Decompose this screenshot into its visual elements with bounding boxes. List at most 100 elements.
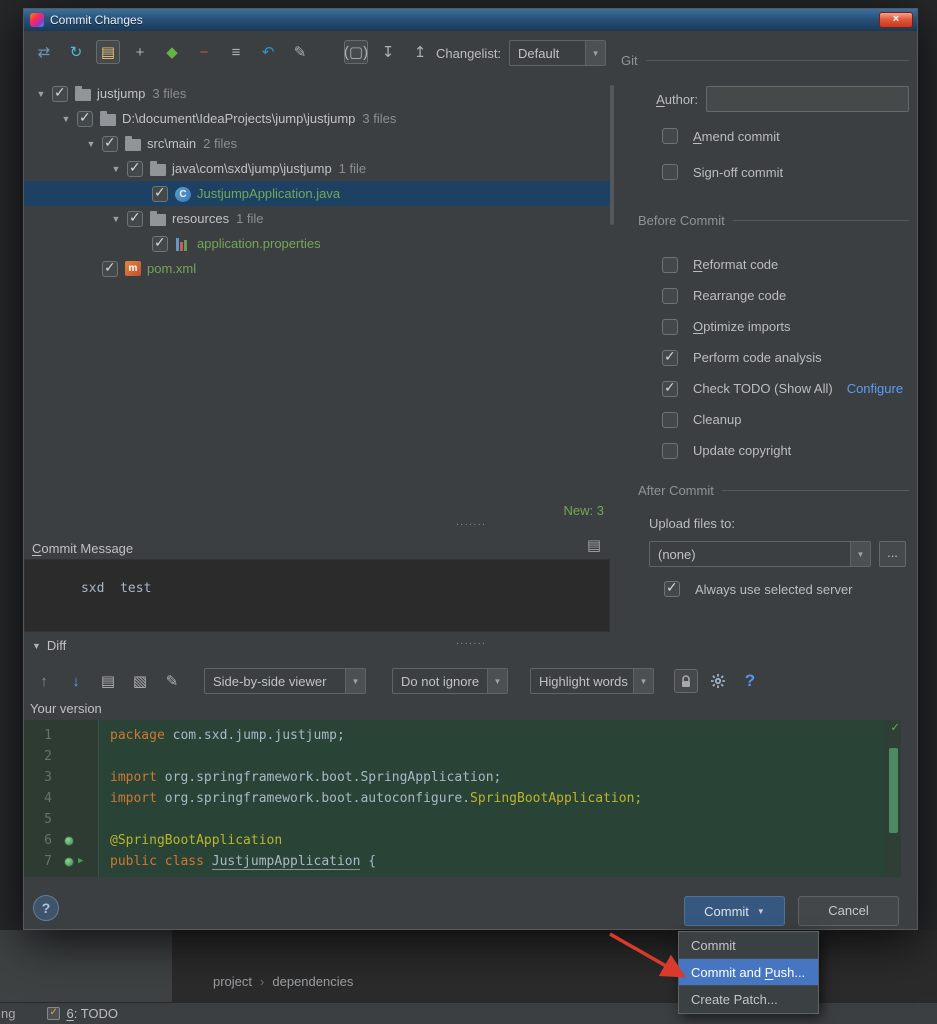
before-commit-checkbox[interactable]: Update copyright <box>662 435 903 466</box>
chevron-down-icon[interactable] <box>850 542 870 566</box>
disable-editing-lock-icon[interactable] <box>674 669 698 693</box>
tree-row[interactable]: justjump 3 files <box>24 81 610 106</box>
expander-icon[interactable] <box>30 89 52 99</box>
diff-section-header[interactable]: Diff <box>32 638 66 653</box>
commit-message-text: sxd test <box>80 581 152 596</box>
commit-message-input[interactable]: sxd test <box>24 559 610 632</box>
show-diff-icon[interactable]: ⇄ <box>32 40 56 64</box>
menu-item[interactable]: Commit <box>679 932 818 959</box>
commit-button[interactable]: Commit <box>684 896 785 926</box>
menu-item[interactable]: Create Patch... <box>679 986 818 1013</box>
whitespace-ignore-select[interactable]: Do not ignore <box>392 668 508 694</box>
chevron-down-icon[interactable] <box>487 669 507 693</box>
signoff-commit-checkbox[interactable]: Sign-off commit <box>662 164 783 180</box>
help-button[interactable]: ? <box>33 895 59 921</box>
cancel-button[interactable]: Cancel <box>798 896 899 926</box>
checkbox[interactable] <box>127 159 143 177</box>
tree-row[interactable]: D:\document\IdeaProjects\jump\justjump 3 … <box>24 106 610 131</box>
diff-toolbar: ↑↓▤▧✎ Side-by-side viewer Do not ignore … <box>32 663 762 699</box>
breadcrumb-item[interactable]: dependencies <box>272 974 353 989</box>
remove-icon[interactable]: − <box>192 40 216 64</box>
amend-commit-checkbox[interactable]: Amend commit <box>662 128 780 144</box>
tree-row[interactable]: application.properties <box>24 231 610 256</box>
menu-item[interactable]: Commit and Push... <box>679 959 818 986</box>
tree-row[interactable]: C JustjumpApplication.java <box>24 181 610 206</box>
before-commit-checkbox[interactable]: Optimize imports <box>662 311 903 342</box>
expand-all-icon[interactable]: ↧ <box>376 40 400 64</box>
diff-editor[interactable]: 1 package com.sxd.jump.justjump; 2 3 import … <box>24 720 901 877</box>
tree-row[interactable]: java\com\sxd\jump\justjump 1 file <box>24 156 610 181</box>
checkbox[interactable] <box>127 209 143 227</box>
viewer-mode-select[interactable]: Side-by-side viewer <box>204 668 366 694</box>
splitter-handle[interactable] <box>426 519 516 530</box>
new-changelist-icon[interactable]: ◆ <box>160 40 184 64</box>
expander-icon[interactable] <box>105 214 127 224</box>
editor-scroll-thumb[interactable] <box>889 748 898 833</box>
configure-link[interactable]: Configure <box>847 381 903 396</box>
add-icon[interactable]: + <box>128 40 152 64</box>
checkbox[interactable] <box>152 184 168 202</box>
previous-difference-icon[interactable]: ↑ <box>32 669 56 693</box>
checkbox[interactable] <box>102 134 118 152</box>
tree-row[interactable]: m pom.xml <box>24 256 610 281</box>
checkbox[interactable] <box>662 164 678 180</box>
before-commit-checkbox[interactable]: Check TODO (Show All) Configure <box>662 373 903 404</box>
checkbox[interactable] <box>662 348 678 366</box>
tree-scrollbar[interactable] <box>610 85 614 225</box>
before-commit-checkbox[interactable]: Rearrange code <box>662 280 903 311</box>
checkbox[interactable] <box>664 579 680 597</box>
todo-toolwindow-button[interactable]: 6: TODO <box>47 1006 118 1021</box>
checkbox[interactable] <box>662 379 678 397</box>
message-history-icon[interactable] <box>584 536 604 556</box>
expander-icon[interactable] <box>55 114 77 124</box>
author-input[interactable] <box>706 86 909 112</box>
expander-icon[interactable] <box>80 139 102 149</box>
checkbox[interactable] <box>662 256 678 273</box>
highlight-mode-select[interactable]: Highlight words <box>530 668 654 694</box>
bean-gutter-icon[interactable] <box>64 856 74 867</box>
tree-row[interactable]: resources 1 file <box>24 206 610 231</box>
chevron-down-icon[interactable] <box>633 669 653 693</box>
checkbox[interactable] <box>152 234 168 252</box>
tree-row[interactable]: src\main 2 files <box>24 131 610 156</box>
upload-server-select[interactable]: (none) <box>649 541 871 567</box>
checkbox[interactable] <box>77 109 93 127</box>
checkbox[interactable] <box>102 259 118 277</box>
checkbox[interactable] <box>662 287 678 304</box>
refresh-icon[interactable]: ↻ <box>64 40 88 64</box>
splitter-handle[interactable] <box>426 638 516 649</box>
move-to-changelist-icon[interactable]: ▤ <box>96 40 120 64</box>
directory-grouping-icon[interactable]: (▢) <box>344 40 368 64</box>
checkbox[interactable] <box>662 411 678 428</box>
rollback-icon[interactable]: ↶ <box>256 40 280 64</box>
collapse-triangle-icon[interactable] <box>32 641 41 651</box>
jump-to-source-icon[interactable]: ▧ <box>128 669 152 693</box>
before-commit-checkbox[interactable]: Reformat code <box>662 249 903 280</box>
chevron-down-icon[interactable] <box>345 669 365 693</box>
checkbox[interactable] <box>662 442 678 459</box>
next-difference-icon[interactable]: ↓ <box>64 669 88 693</box>
before-commit-checkbox[interactable]: Cleanup <box>662 404 903 435</box>
before-commit-checkbox[interactable]: Perform code analysis <box>662 342 903 373</box>
chevron-down-icon[interactable] <box>757 907 765 916</box>
expander-icon[interactable] <box>105 164 127 174</box>
editor-scrollbar[interactable] <box>886 720 901 877</box>
always-use-server-checkbox[interactable]: Always use selected server <box>664 579 853 597</box>
chevron-down-icon[interactable] <box>585 41 606 65</box>
checkbox-label: Optimize imports <box>693 319 791 334</box>
checkbox[interactable] <box>662 128 678 144</box>
edit-source-icon[interactable]: ✎ <box>288 40 312 64</box>
breadcrumb-item[interactable]: project <box>213 974 252 989</box>
run-gutter-icon[interactable] <box>78 857 83 866</box>
help-icon[interactable]: ? <box>738 669 762 693</box>
go-to-changed-file-icon[interactable]: ▤ <box>96 669 120 693</box>
collapse-all-icon[interactable]: ↥ <box>408 40 432 64</box>
group-icon[interactable]: ≡ <box>224 40 248 64</box>
browse-servers-button[interactable]: ... <box>879 541 906 567</box>
settings-gear-icon[interactable] <box>706 669 730 693</box>
checkbox[interactable] <box>662 318 678 335</box>
bean-gutter-icon[interactable] <box>64 835 74 846</box>
edit-source-icon[interactable]: ✎ <box>160 669 184 693</box>
checkbox[interactable] <box>52 84 68 102</box>
changelist-select[interactable]: Default <box>509 40 607 66</box>
